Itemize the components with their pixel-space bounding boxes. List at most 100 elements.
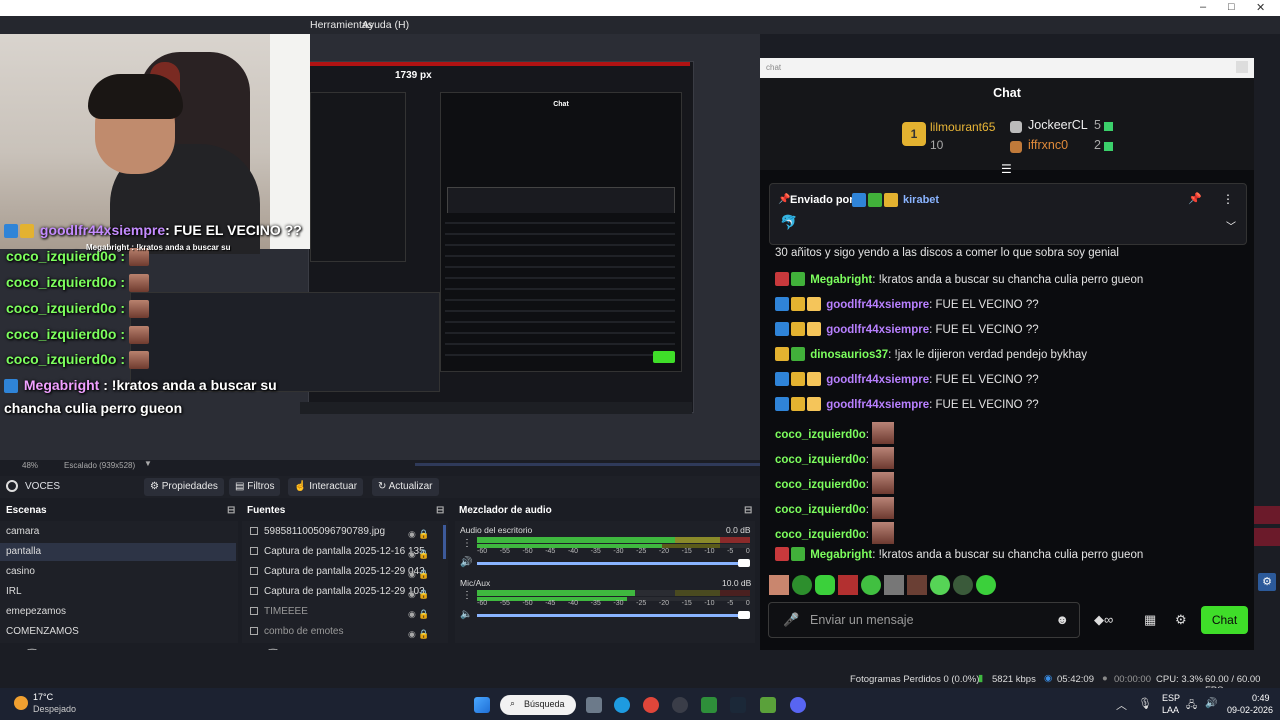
microphone-icon[interactable]: 🎙 [1138,697,1152,710]
chevron-down-icon[interactable]: ﹀ [1226,218,1236,233]
steam-icon[interactable] [730,697,746,713]
kebab-menu-icon[interactable]: ⋮ [462,590,472,601]
emote-icon[interactable] [792,575,812,595]
leader-name: lilmourant65 [930,120,996,134]
emote-icon[interactable] [976,575,996,595]
weather-temp[interactable]: 17°C [33,692,53,702]
pinned-label: Enviado por [790,194,854,206]
scene-item[interactable]: camara [0,523,236,541]
filters-button[interactable]: ▤ Filtros [229,478,281,496]
horizontal-scrollbar[interactable] [415,463,760,466]
store-icon[interactable]: ▦ [1144,612,1156,628]
menu-help[interactable]: Ayuda (H) [362,19,409,31]
kebab-menu-icon[interactable]: ⋮ [1222,192,1234,206]
expand-leaderboard-icon[interactable]: ☰ [1001,162,1012,176]
chat-message: Megabright: !kratos anda a buscar su cha… [775,547,1143,561]
visibility-icon[interactable]: ◉ 🔒 [408,589,430,600]
mic-icon[interactable]: 🔈 [460,609,472,620]
chat-message: coco_izquierd0o: [775,497,895,519]
volume-icon[interactable]: 🔊 [1205,698,1217,709]
gear-icon[interactable]: ⚙ [1175,612,1187,628]
weather-icon[interactable] [14,696,28,710]
emote-icon[interactable] [930,575,950,595]
kebab-menu-icon[interactable]: ⋮ [462,538,472,549]
dock-menu-icon[interactable]: ⊟ [744,505,752,521]
volume-slider[interactable] [477,562,739,565]
gear-icon[interactable]: ⚙ [1258,573,1276,591]
emote-icon[interactable] [838,575,858,595]
properties-button[interactable]: ⚙ Propiedades [144,478,224,496]
maximize-button[interactable]: □ [1228,1,1235,13]
volume-slider-knob[interactable] [738,611,750,619]
scene-item[interactable]: COMENZAMOS [0,623,236,641]
scale-label[interactable]: Escalado (939x528) [64,461,135,470]
emote-icon [128,326,149,345]
badge-icon [852,193,900,207]
dock-menu-icon[interactable]: ⊟ [227,505,235,521]
minimize-button[interactable]: – [1200,1,1206,13]
chevron-down-icon[interactable]: ▼ [144,459,152,468]
refresh-button[interactable]: ↻ Actualizar [372,478,439,496]
rank-1-badge: 1 [902,122,926,146]
sources-scrollbar[interactable] [443,525,446,559]
pinned-user: kirabet [903,194,940,206]
scene-item[interactable]: IRL [0,583,236,601]
emote-icon[interactable] [861,575,881,595]
channel-name: Mic/Aux [460,578,491,588]
emote-icon[interactable] [907,575,927,595]
discord-icon[interactable] [790,697,806,713]
speaker-icon[interactable]: 🔊 [460,557,472,568]
close-button[interactable]: ✕ [1256,1,1265,14]
clock-date[interactable]: 09-02-2026 [1227,705,1273,715]
language-primary[interactable]: ESP [1162,693,1180,703]
leader-count: 2 [1094,138,1101,152]
chrome-icon[interactable] [643,697,659,713]
scene-item[interactable]: casino [0,563,236,581]
emote-icon[interactable] [815,575,835,595]
network-icon[interactable]: 🖧 [1186,698,1197,715]
crown-icon [775,347,789,361]
minecraft-icon[interactable] [760,697,776,713]
send-chat-button[interactable]: Chat [1201,606,1248,634]
visibility-icon[interactable]: ◉ 🔒 [408,629,430,640]
chevron-up-icon[interactable]: ︿ [1116,697,1127,713]
windows-start-icon[interactable] [474,697,490,713]
chat-input[interactable]: 🎤 Enviar un mensaje ☻ [768,602,1080,638]
record-icon: ● [1102,673,1108,684]
scene-item-selected[interactable]: pantalla [0,543,236,561]
emote-icon[interactable] [884,575,904,595]
interact-button[interactable]: ☝ Interactuar [288,478,364,496]
clock-time[interactable]: 0:49 [1252,693,1270,703]
emote-icon[interactable] [769,575,789,595]
scene-item[interactable]: emepezamos [0,603,236,621]
task-view-icon[interactable] [586,697,602,713]
emoji-icon[interactable]: ☻ [1055,612,1069,627]
preview-canvas[interactable]: 1739 px Chat goodlfr44xsiempre: FUE EL V… [0,34,760,460]
bits-icon[interactable]: ◆∞ [1094,612,1113,628]
visibility-icon[interactable]: ◉ 🔒 [408,569,430,580]
visibility-icon[interactable]: ◉ 🔒 [408,529,430,540]
emote-icon[interactable] [953,575,973,595]
language-secondary[interactable]: LAA [1162,705,1179,715]
edge-icon[interactable] [614,697,630,713]
nested-preview [310,92,406,262]
dock-menu-icon[interactable]: ⊟ [436,505,444,521]
volume-slider-knob[interactable] [738,559,750,567]
unpin-icon[interactable]: 📌 [1188,192,1202,205]
pin-icon: 📌 [778,194,791,205]
obs-icon[interactable] [672,697,688,713]
width-guide [310,62,690,66]
visibility-icon[interactable]: ◉ 🔒 [408,549,430,560]
volume-slider[interactable] [477,614,739,617]
microphone-icon[interactable]: 🎤 [783,612,799,628]
weather-desc[interactable]: Despejado [33,704,76,714]
window-button[interactable] [1236,61,1248,73]
emote-icon [872,472,895,494]
pinned-message: 📌 Enviado por kirabet 🐬 📌 ⋮ ﹀ [769,183,1247,245]
zoom-level[interactable]: 48% [22,461,38,470]
overlay-line: coco_izquierd0o : [6,300,149,319]
xbox-icon[interactable] [701,697,717,713]
badge-icon [775,322,789,336]
taskbar-search[interactable]: ⌕ Búsqueda [500,695,576,715]
visibility-icon[interactable]: ◉ 🔒 [408,609,430,620]
